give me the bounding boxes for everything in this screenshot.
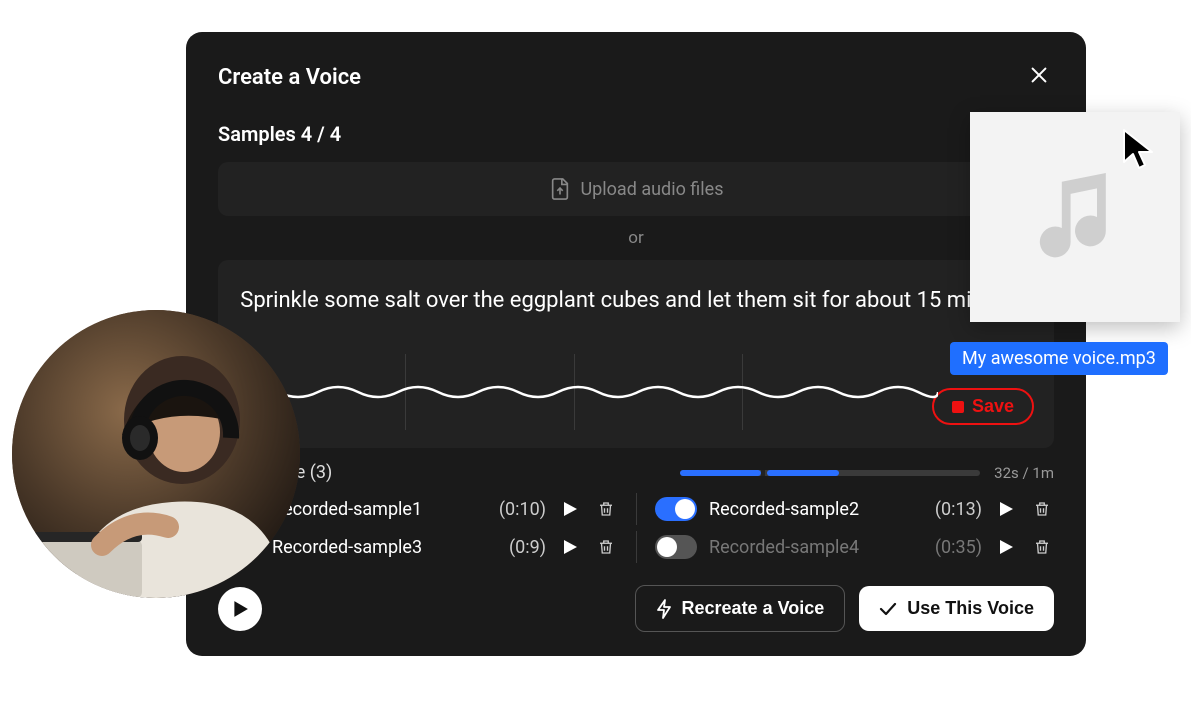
save-recording-label: Save <box>972 396 1014 417</box>
sample-name: Recorded-sample2 <box>709 499 923 520</box>
trash-icon <box>1033 538 1051 556</box>
sample-duration: (0:13) <box>935 499 982 520</box>
delete-sample-button[interactable] <box>594 535 618 559</box>
play-icon <box>562 501 578 517</box>
trash-icon <box>597 538 615 556</box>
waveform-row: 0:05 Save <box>238 354 1034 430</box>
dragged-file-name-chip: My awesome voice.mp3 <box>950 342 1168 375</box>
recreate-voice-label: Recreate a Voice <box>682 598 825 619</box>
delete-sample-button[interactable] <box>1030 497 1054 521</box>
sample-row: Recorded-sample2 (0:13) <box>636 493 1054 525</box>
stop-icon <box>952 401 964 413</box>
play-sample-button[interactable] <box>994 497 1018 521</box>
waveform-track[interactable] <box>238 354 910 430</box>
use-this-voice-label: Use This Voice <box>907 598 1034 619</box>
play-icon <box>562 539 578 555</box>
waveform-icon <box>238 380 938 404</box>
sample-row: Recorded-sample3 (0:9) <box>218 531 636 563</box>
sample-toggle[interactable] <box>655 535 697 559</box>
recreate-voice-button[interactable]: Recreate a Voice <box>635 585 846 632</box>
samples-count-label: Samples 4 / 4 <box>218 122 1054 146</box>
trash-icon <box>597 500 615 518</box>
dragged-file-name: My awesome voice.mp3 <box>962 348 1156 369</box>
sample-name: Recorded-sample4 <box>709 537 923 558</box>
sample-duration: (0:10) <box>499 499 546 520</box>
play-all-button[interactable] <box>218 587 262 631</box>
upload-file-icon <box>549 177 571 201</box>
sample-name: Recorded-sample1 <box>272 499 487 520</box>
user-avatar <box>12 310 300 598</box>
use-this-voice-button[interactable]: Use This Voice <box>859 586 1054 631</box>
samples-grid: Recorded-sample1 (0:10) Recorded-sample2… <box>218 493 1054 563</box>
play-sample-button[interactable] <box>558 497 582 521</box>
play-icon <box>998 539 1014 555</box>
play-icon <box>998 501 1014 517</box>
sample-duration: (0:35) <box>935 537 982 558</box>
delete-sample-button[interactable] <box>594 497 618 521</box>
sample-row: Recorded-sample4 (0:35) <box>636 531 1054 563</box>
lightning-icon <box>656 599 672 619</box>
play-icon <box>231 600 249 618</box>
upload-audio-button[interactable]: Upload audio files <box>218 162 1054 216</box>
modal-header: Create a Voice <box>218 60 1054 94</box>
upload-label: Upload audio files <box>581 179 724 200</box>
recording-prompt-box: Sprinkle some salt over the eggplant cub… <box>218 260 1054 448</box>
prompt-text: Sprinkle some salt over the eggplant cub… <box>238 284 1034 318</box>
delete-sample-button[interactable] <box>1030 535 1054 559</box>
clone-progress-track <box>680 470 980 476</box>
close-button[interactable] <box>1024 60 1054 94</box>
clone-progress: 32s / 1m <box>680 464 1054 482</box>
avatar-illustration-icon <box>12 310 300 598</box>
check-icon <box>879 602 897 616</box>
clone-samples-header: es to clone (3) 32s / 1m <box>218 462 1054 483</box>
drag-cursor-icon <box>1122 128 1156 174</box>
sample-name: Recorded-sample3 <box>272 537 497 558</box>
clone-progress-meta: 32s / 1m <box>994 464 1054 482</box>
trash-icon <box>1033 500 1051 518</box>
modal-title: Create a Voice <box>218 65 361 90</box>
save-recording-button[interactable]: Save <box>932 388 1034 425</box>
close-icon <box>1028 64 1050 86</box>
play-sample-button[interactable] <box>994 535 1018 559</box>
or-divider: or <box>218 228 1054 248</box>
music-file-icon <box>1020 162 1130 272</box>
sample-duration: (0:9) <box>509 537 546 558</box>
play-sample-button[interactable] <box>558 535 582 559</box>
sample-toggle[interactable] <box>655 497 697 521</box>
modal-footer: Recreate a Voice Use This Voice <box>218 585 1054 632</box>
